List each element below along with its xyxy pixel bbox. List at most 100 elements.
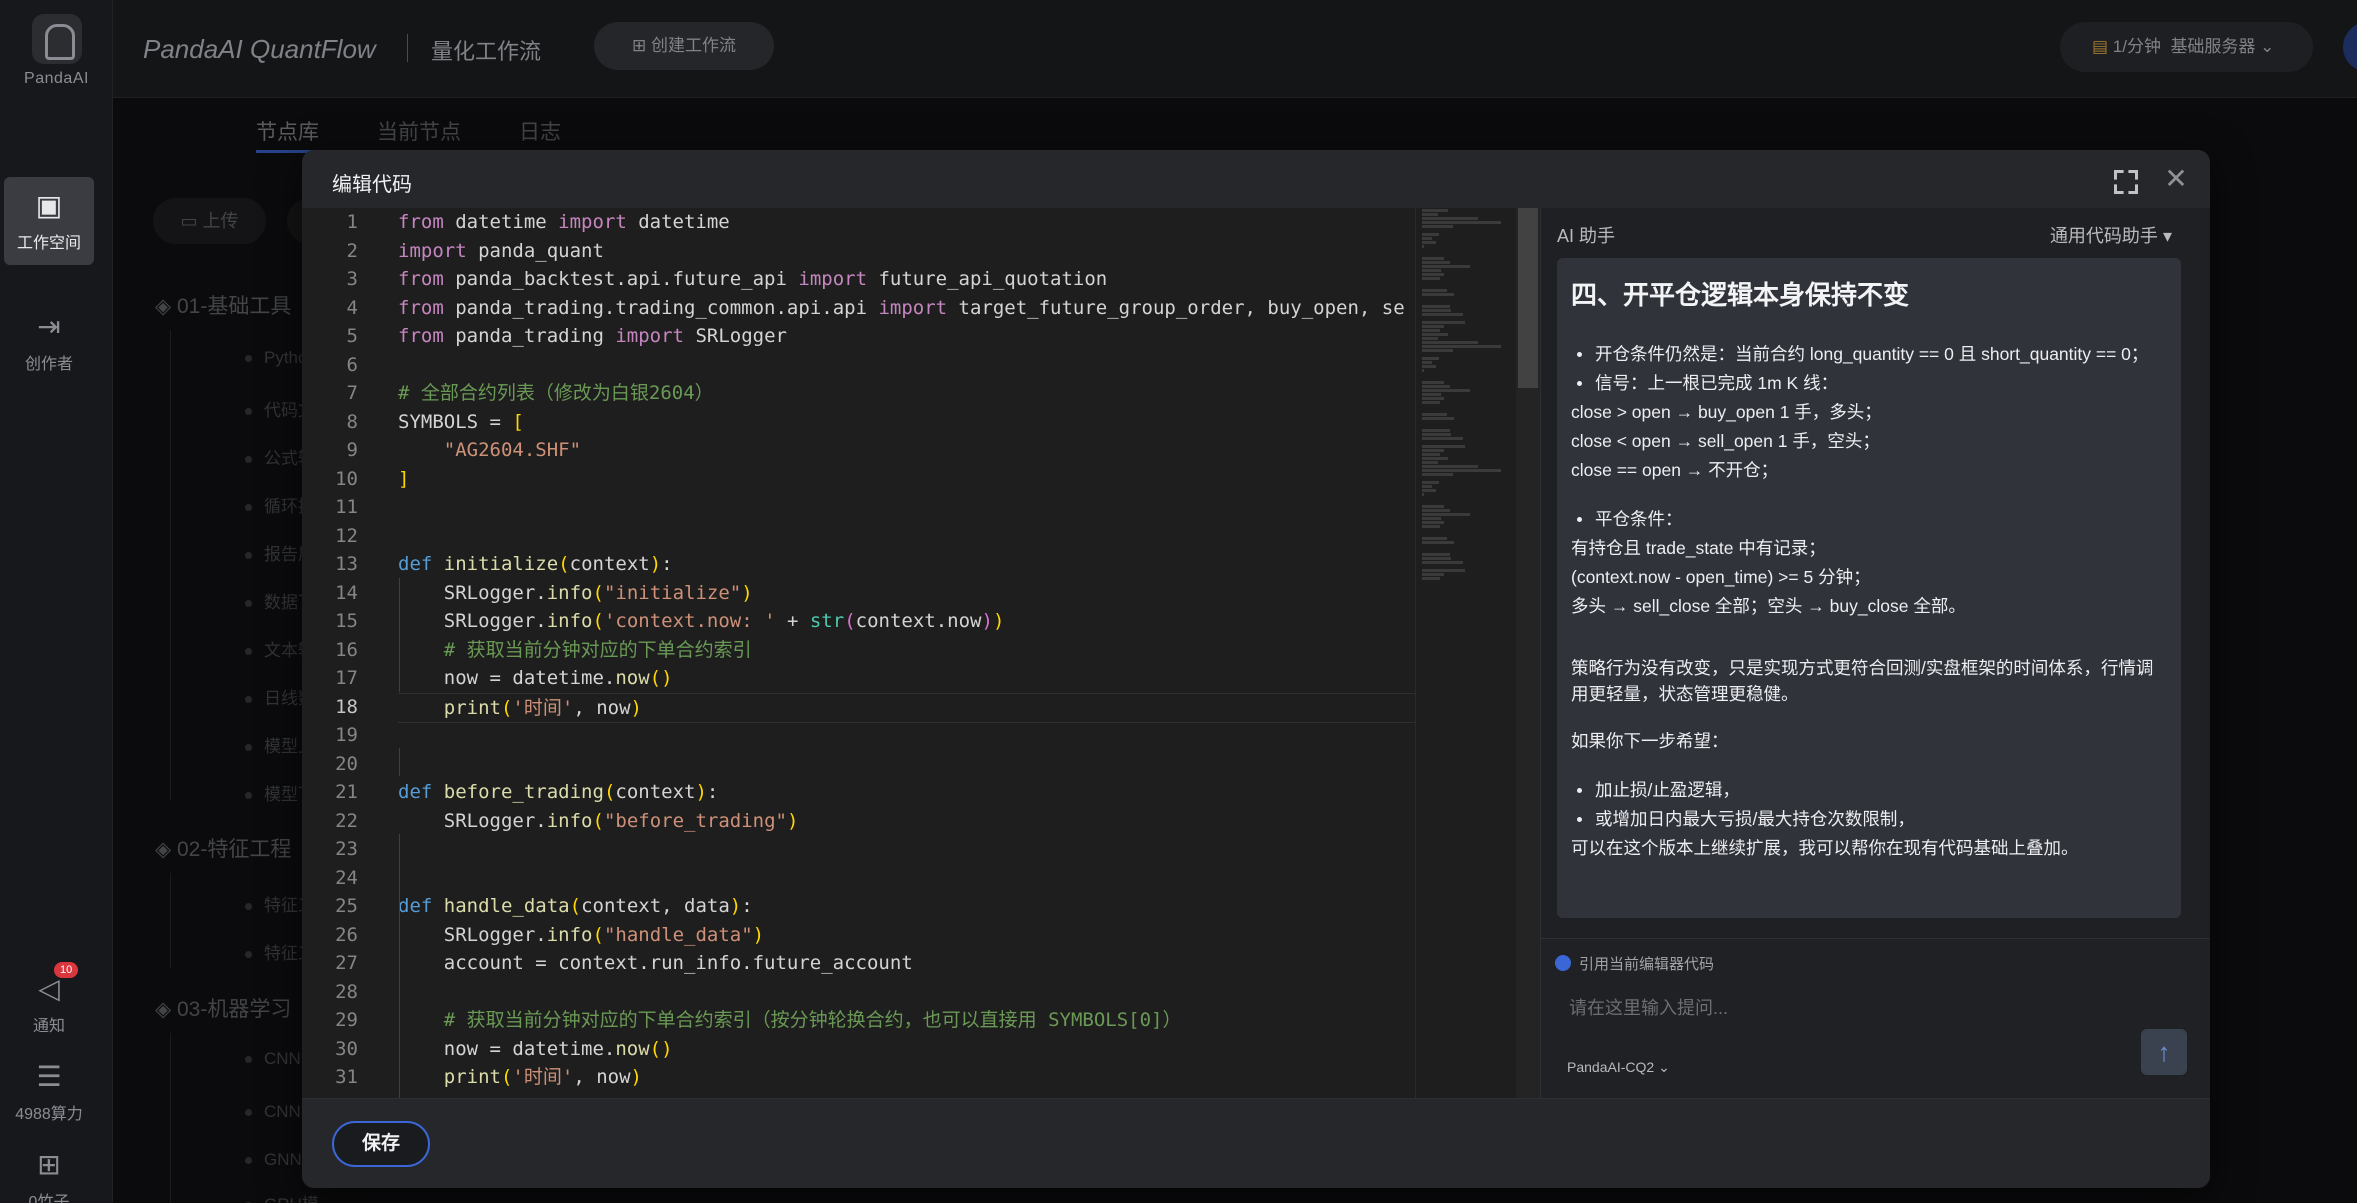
- minimap-row: [1422, 461, 1439, 464]
- create-workflow-button[interactable]: ⊞ 创建工作流: [594, 22, 774, 70]
- minimap-row: [1422, 289, 1448, 292]
- rail-item-creator[interactable]: ⇥ 创作者: [4, 310, 94, 380]
- minimap-row: [1422, 309, 1451, 312]
- minimap-row: [1422, 517, 1441, 520]
- code-text: print('时间', now): [443, 1066, 642, 1088]
- code-line: 4 from panda_trading.trading_common.api.a…: [302, 294, 1415, 323]
- line-number: 22: [335, 809, 358, 832]
- code-text: now = datetime.now(): [398, 667, 673, 689]
- rail-item-notify[interactable]: ◁ 10 通知: [4, 962, 94, 1035]
- line-number: 16: [335, 638, 358, 661]
- minimap-row: [1422, 557, 1451, 560]
- minimap-row: [1422, 277, 1440, 280]
- left-rail: PandaAI ▣ 工作空间 ⇥ 创作者 ◁ 10 通知 ☰ 4988算力 ⊞ …: [0, 0, 113, 1203]
- minimap-row: [1422, 469, 1502, 472]
- quote-editor-checkbox[interactable]: [1555, 955, 1571, 971]
- rail-item-workspace[interactable]: ▣ 工作空间: [4, 177, 94, 265]
- minimap-row: [1422, 537, 1448, 540]
- code-text: ]: [398, 467, 410, 490]
- code-line: 11: [302, 493, 1415, 522]
- compute-icon: ☰: [36, 1061, 62, 1092]
- ai-scrollbar[interactable]: [2200, 258, 2210, 968]
- code-line: 17 now = datetime.now(): [302, 664, 1415, 693]
- minimap-row: [1422, 237, 1432, 240]
- code-line-current: 18 print('时间', now): [302, 692, 1415, 723]
- avatar[interactable]: [2343, 22, 2357, 72]
- panda-logo-icon: [31, 14, 82, 64]
- line-number: 12: [335, 524, 358, 547]
- line-number: 24: [335, 866, 358, 889]
- edit-code-dialog: 编辑代码 ✕ 1 from datetime import datetime 2 i…: [302, 150, 2210, 1188]
- code-text: print('时间', now): [398, 692, 1415, 723]
- creator-icon: ⇥: [37, 311, 61, 342]
- minimap-row: [1422, 333, 1449, 336]
- minimap-row: [1422, 401, 1440, 404]
- dialog-title: 编辑代码: [332, 174, 412, 196]
- line-number: 6: [346, 353, 358, 376]
- code-text: SRLogger.info("before_trading"): [398, 809, 799, 832]
- minimap-row: [1422, 233, 1440, 236]
- server-selector[interactable]: ▤ 1/分钟 基础服务器 ⌄: [2060, 22, 2313, 72]
- ai-question-input[interactable]: 请在这里输入提问...: [1569, 994, 1728, 1020]
- logo-text: PandaAI: [24, 70, 89, 87]
- minimap-row: [1422, 433, 1451, 436]
- code-text: from panda_trading.trading_common.api.ap…: [398, 296, 1405, 319]
- code-text: # 获取当前分钟对应的下单合约索引（按分钟轮换合约，也可以直接用 SYMBOLS…: [443, 1009, 1182, 1031]
- minimap-row: [1422, 465, 1478, 468]
- code-text: # 全部合约列表（修改为白银2604）: [398, 382, 714, 404]
- send-button[interactable]: ↑: [2141, 1029, 2187, 1075]
- line-number: 1: [346, 211, 358, 233]
- code-line: 2 import panda_quant: [302, 237, 1415, 266]
- code-area[interactable]: 1 from datetime import datetime 2 import p…: [302, 208, 1415, 1098]
- line-number: 18: [335, 695, 358, 718]
- dialog-footer: 保存: [302, 1098, 2210, 1188]
- code-minimap[interactable]: [1415, 208, 1515, 1098]
- bamboo-icon: ⊞: [37, 1149, 61, 1180]
- line-number: 29: [335, 1009, 358, 1031]
- minimap-row: [1422, 473, 1453, 476]
- assistant-mode-select[interactable]: 通用代码助手 ▾: [2050, 222, 2172, 248]
- brand-subtitle: 量化工作流: [431, 39, 542, 64]
- rail-item-compute[interactable]: ☰ 4988算力: [4, 1060, 94, 1123]
- minimap-row: [1422, 541, 1454, 544]
- code-line: 10]: [302, 465, 1415, 494]
- code-line: 31 print('时间', now): [302, 1063, 1415, 1092]
- line-number: 8: [346, 410, 358, 433]
- ai-input-area: 引用当前编辑器代码 请在这里输入提问... PandaAI-CQ2 ⌄ ↑: [1541, 938, 2210, 1098]
- code-text: from panda_backtest.api.future_api impor…: [398, 268, 1108, 290]
- code-text: def initialize(context):: [398, 553, 673, 575]
- code-line: 6: [302, 351, 1415, 380]
- code-line: 12: [302, 522, 1415, 551]
- ai-text: close < open → sell_open 1 手，空头；: [1571, 431, 1880, 451]
- app: PandaAI ▣ 工作空间 ⇥ 创作者 ◁ 10 通知 ☰ 4988算力 ⊞ …: [0, 0, 2357, 1203]
- close-icon[interactable]: ✕: [2161, 164, 2191, 194]
- minimap-row: [1422, 273, 1444, 276]
- plus-square-icon: ⊞: [632, 36, 651, 55]
- minimap-row: [1422, 525, 1440, 528]
- code-line: 20: [302, 750, 1415, 779]
- minimap-row: [1422, 449, 1444, 452]
- code-editor[interactable]: 1 from datetime import datetime 2 import p…: [302, 208, 1540, 1098]
- code-text: # 获取当前分钟对应的下单合约索引: [443, 638, 752, 661]
- code-line: 23: [302, 835, 1415, 864]
- minimap-row: [1422, 553, 1450, 556]
- code-line: 5 from panda_trading import SRLogger: [302, 322, 1415, 351]
- minimap-row: [1422, 341, 1478, 344]
- ai-title: AI 助手: [1557, 226, 1616, 246]
- scrollbar-thumb[interactable]: [1518, 208, 1538, 388]
- model-select[interactable]: PandaAI-CQ2 ⌄: [1567, 1059, 1670, 1076]
- save-button[interactable]: 保存: [332, 1121, 430, 1167]
- line-number: 14: [335, 581, 358, 604]
- logo[interactable]: PandaAI: [0, 14, 113, 88]
- rail-item-bamboo[interactable]: ⊞ 0竹子: [4, 1148, 94, 1203]
- line-number: 5: [346, 325, 358, 347]
- indent-guide: [399, 834, 400, 1098]
- code-line: 1 from datetime import datetime: [302, 208, 1415, 237]
- vertical-scrollbar[interactable]: [1516, 208, 1540, 1098]
- minimap-row: [1422, 389, 1470, 392]
- quote-editor-label: 引用当前编辑器代码: [1579, 956, 1715, 973]
- code-line: 19: [302, 721, 1415, 750]
- minimap-row: [1422, 269, 1441, 272]
- code-line: 26 SRLogger.info("handle_data"): [302, 921, 1415, 950]
- fullscreen-icon[interactable]: [2108, 164, 2138, 194]
